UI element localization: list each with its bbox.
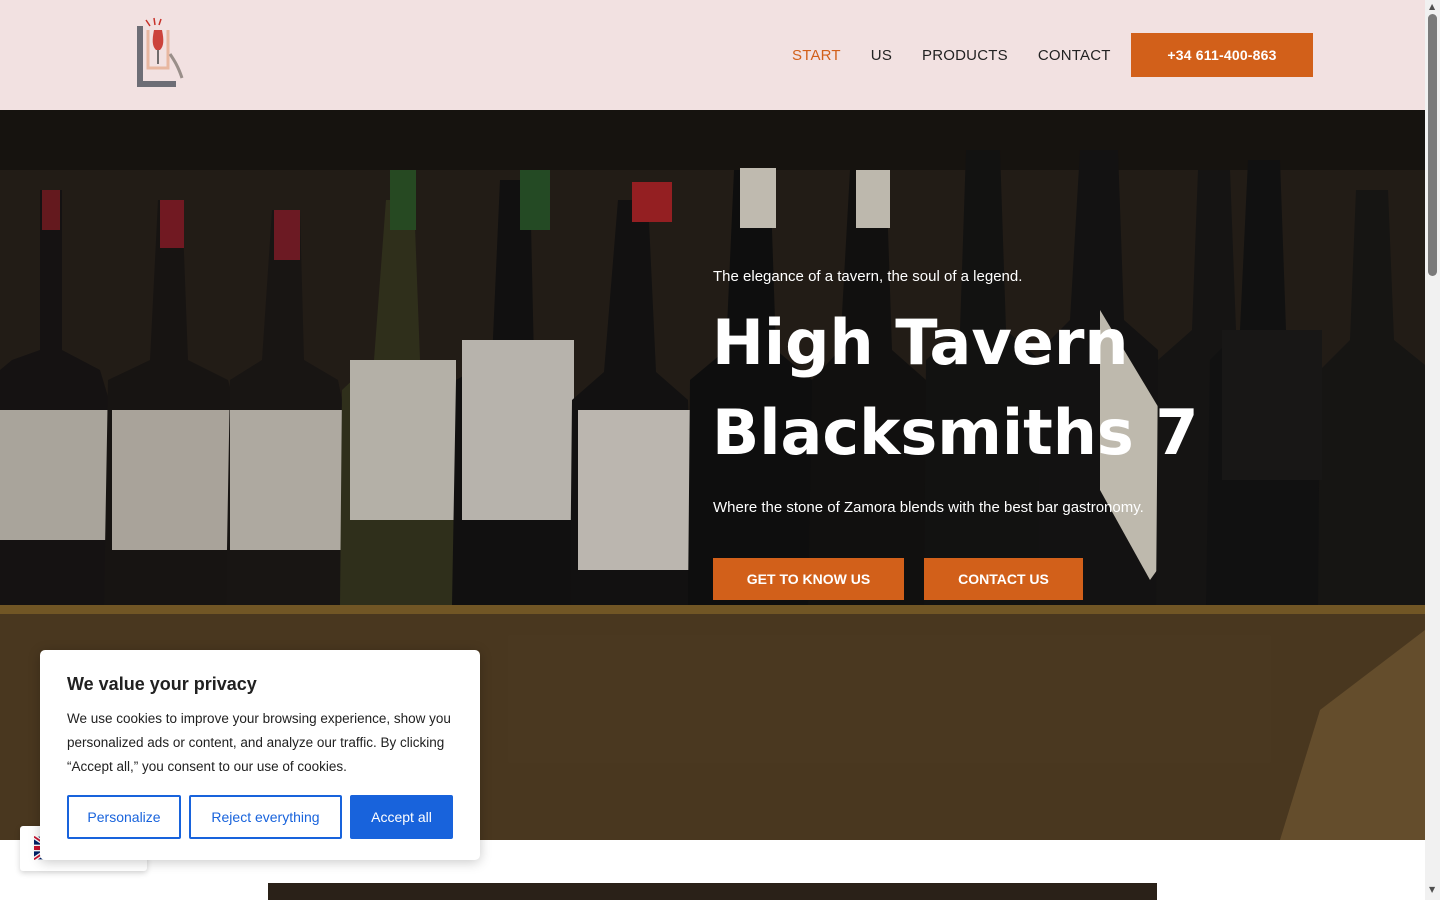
cookie-consent-banner: We value your privacy We use cookies to … bbox=[40, 650, 480, 860]
accept-all-button[interactable]: Accept all bbox=[350, 795, 453, 839]
content-media-block bbox=[268, 883, 1157, 900]
cookie-text: We use cookies to improve your browsing … bbox=[67, 711, 451, 774]
get-to-know-us-button[interactable]: GET TO KNOW US bbox=[713, 558, 904, 600]
tavern-logo-icon[interactable] bbox=[130, 16, 186, 88]
hero-title-line2: Blacksmiths 7 bbox=[712, 396, 1199, 469]
page: START US PRODUCTS CONTACT +34 611-400-86… bbox=[0, 0, 1440, 900]
site-header: START US PRODUCTS CONTACT +34 611-400-86… bbox=[0, 0, 1425, 110]
nav-item-start[interactable]: START bbox=[792, 47, 841, 64]
nav-item-us[interactable]: US bbox=[871, 47, 892, 64]
hero-title-line1: High Tavern bbox=[712, 306, 1129, 379]
cookie-title: We value your privacy bbox=[67, 674, 257, 694]
nav-item-contact[interactable]: CONTACT bbox=[1038, 47, 1111, 64]
hero-tagline: The elegance of a tavern, the soul of a … bbox=[713, 268, 1023, 285]
hero-subtitle: Where the stone of Zamora blends with th… bbox=[713, 499, 1144, 516]
personalize-button[interactable]: Personalize bbox=[67, 795, 181, 839]
phone-button[interactable]: +34 611-400-863 bbox=[1131, 33, 1313, 77]
reject-everything-button[interactable]: Reject everything bbox=[189, 795, 342, 839]
scrollbar-thumb[interactable] bbox=[1428, 14, 1437, 276]
page-scrollbar[interactable]: ▲ ▼ bbox=[1425, 0, 1440, 900]
scroll-down-arrow-icon[interactable]: ▼ bbox=[1429, 885, 1435, 894]
nav-item-products[interactable]: PRODUCTS bbox=[922, 47, 1008, 64]
contact-us-button[interactable]: CONTACT US bbox=[924, 558, 1083, 600]
scroll-up-arrow-icon[interactable]: ▲ bbox=[1429, 2, 1435, 11]
hero-title: High Tavern Blacksmiths 7 bbox=[712, 298, 1272, 478]
main-navigation: START US PRODUCTS CONTACT bbox=[792, 44, 1141, 66]
